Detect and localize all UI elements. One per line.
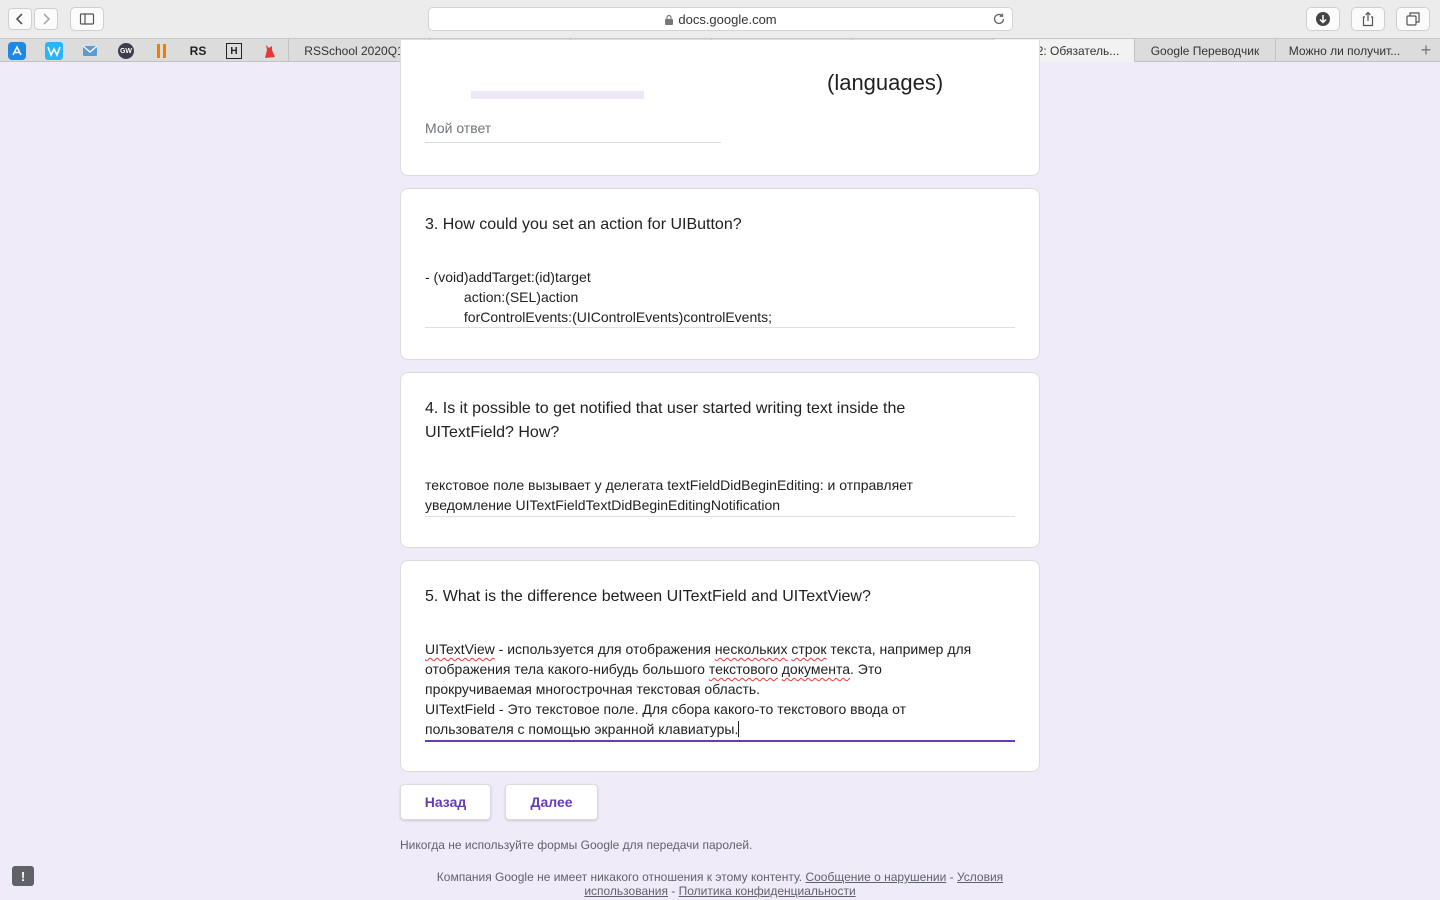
question-card-4: 4. Is it possible to get notified that u… <box>400 372 1040 548</box>
privacy-link[interactable]: Политика конфиденциальности <box>679 884 856 898</box>
browser-tab[interactable]: Можно ли получит... <box>1275 39 1413 62</box>
question-image-caption: (languages) <box>827 70 944 95</box>
separator: - <box>667 884 679 898</box>
sidebar-icon <box>79 13 95 25</box>
misspelled-word: документа <box>781 661 851 677</box>
misspelled-word: UITextView <box>425 641 495 657</box>
lock-icon <box>665 14 674 25</box>
tabs-icon <box>1406 12 1420 26</box>
question-title: 3. How could you set an action for UIBut… <box>425 216 742 233</box>
bars-icon[interactable] <box>153 42 171 60</box>
question-title: 5. What is the difference between UIText… <box>425 588 871 605</box>
misspelled-word: нескольких <box>714 641 788 657</box>
share-button[interactable] <box>1351 7 1385 31</box>
separator: - <box>946 870 957 884</box>
chevron-left-icon <box>15 13 23 25</box>
answer-textarea-focused[interactable]: UITextView - используется для отображени… <box>425 639 1015 742</box>
misspelled-word: текстового <box>708 661 778 677</box>
gw-icon[interactable]: GW <box>117 42 135 60</box>
back-button[interactable]: Назад <box>400 784 491 820</box>
h-badge: H <box>226 43 242 59</box>
legal-footer: Компания Google не имеет никакого отноше… <box>400 870 1040 898</box>
next-button[interactable]: Далее <box>505 784 598 820</box>
chevron-right-icon <box>43 13 51 25</box>
question-card-3: 3. How could you set an action for UIBut… <box>400 188 1040 360</box>
exclamation-icon: ! <box>20 868 26 884</box>
answer-text: - используется для отображения <box>494 641 715 657</box>
sidebar-toggle-button[interactable] <box>70 7 104 31</box>
new-tab-button[interactable]: + <box>1416 40 1436 60</box>
address-bar[interactable]: docs.google.com <box>428 7 1013 31</box>
h-icon[interactable]: H <box>225 42 243 60</box>
short-answer-input[interactable]: Мой ответ <box>425 120 721 143</box>
text-caret <box>738 721 740 737</box>
tab-overview-button[interactable] <box>1396 7 1430 31</box>
answer-textarea[interactable]: - (void)addTarget:(id)target action:(SEL… <box>425 267 1015 328</box>
mail-icon[interactable] <box>81 42 99 60</box>
feedback-button[interactable]: ! <box>12 866 34 886</box>
question-title: 4. Is it possible to get notified that u… <box>425 400 906 441</box>
misspelled-word: строк <box>791 641 827 657</box>
forward-nav-button[interactable] <box>34 8 58 30</box>
gw-badge: GW <box>118 43 134 59</box>
download-icon <box>1316 12 1330 26</box>
plus-icon: + <box>1420 39 1432 60</box>
cat-icon[interactable] <box>261 42 279 60</box>
downloads-button[interactable] <box>1306 7 1340 31</box>
question-card-5: 5. What is the difference between UIText… <box>400 560 1040 772</box>
question-image-placeholder <box>471 91 644 99</box>
app-store-icon[interactable] <box>8 42 26 60</box>
reload-icon[interactable] <box>992 12 1006 26</box>
answer-textarea[interactable]: текстовое поле вызывает у делегата textF… <box>425 475 1015 517</box>
legal-text: Компания Google не имеет никакого отноше… <box>436 870 803 884</box>
browser-tab[interactable]: Google Переводчик <box>1134 39 1275 62</box>
question-card-2: (languages) Мой ответ <box>400 40 1040 176</box>
browser-toolbar: docs.google.com <box>0 0 1440 38</box>
password-warning: Никогда не используйте формы Google для … <box>400 838 753 852</box>
rs-icon[interactable]: RS <box>189 42 207 60</box>
back-nav-button[interactable] <box>8 8 32 30</box>
url-text: docs.google.com <box>678 11 777 27</box>
report-abuse-link[interactable]: Сообщение о нарушении <box>805 870 946 884</box>
share-icon <box>1362 11 1374 27</box>
w-app-icon[interactable] <box>45 42 63 60</box>
